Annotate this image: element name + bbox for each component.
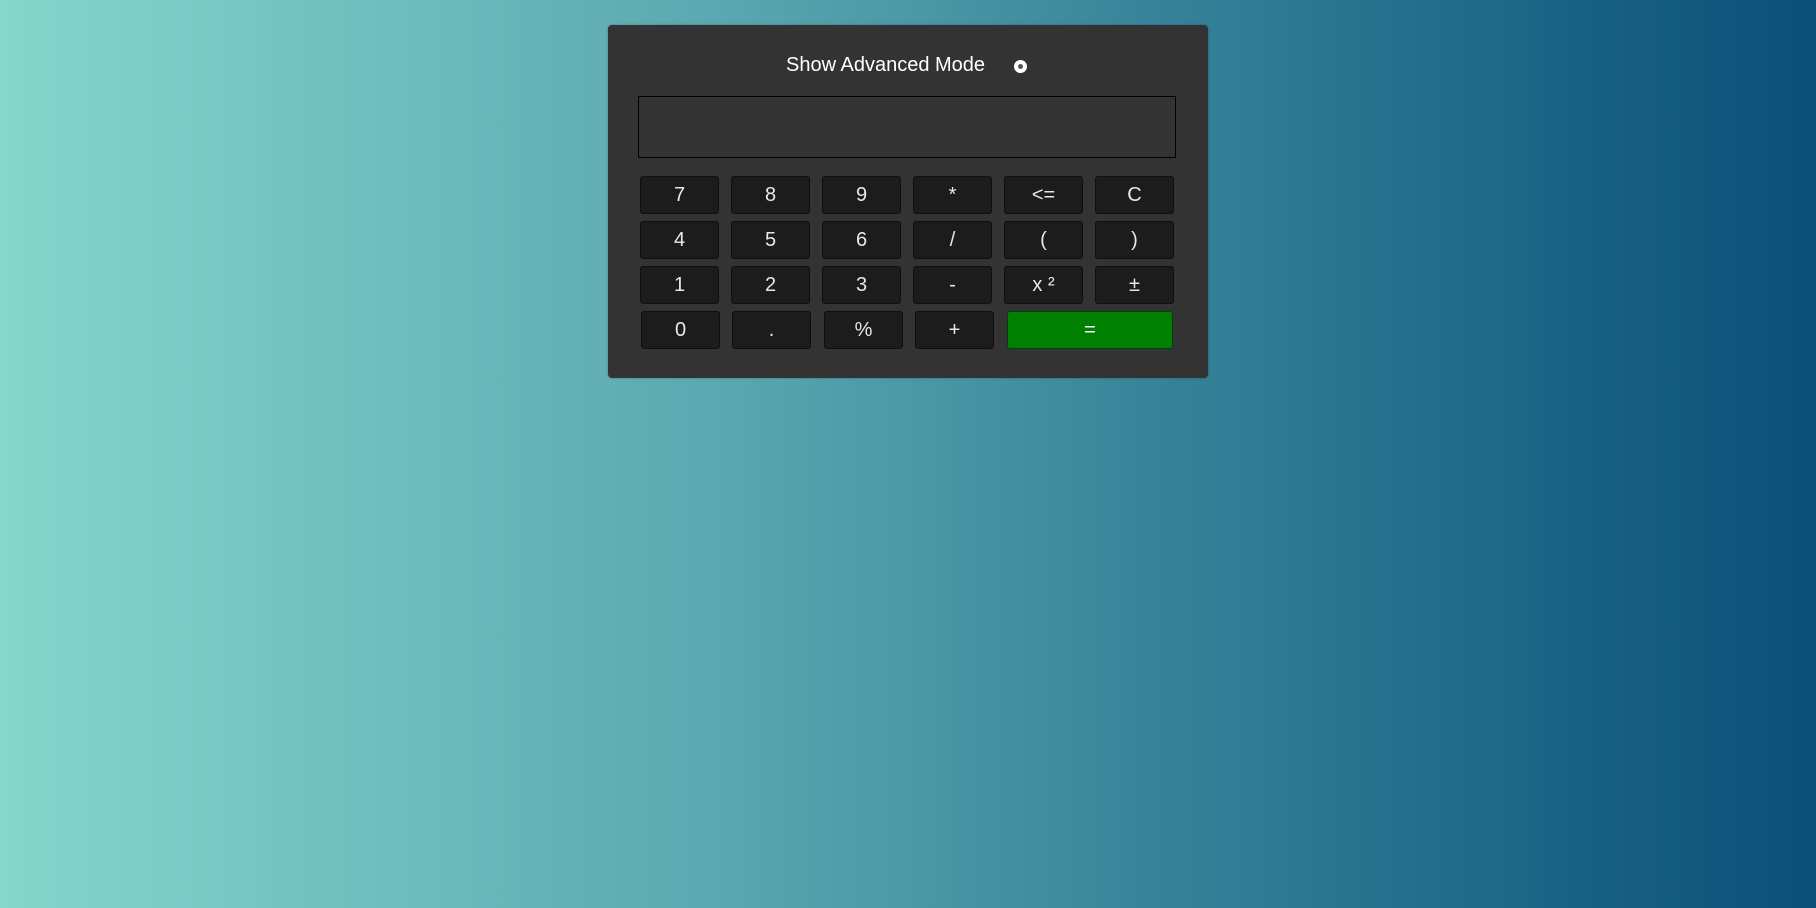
close-paren-button[interactable]: ) [1095, 221, 1174, 259]
calculator-display[interactable] [638, 96, 1176, 158]
subtract-button[interactable]: - [913, 266, 992, 304]
backspace-button[interactable]: <= [1004, 176, 1083, 214]
key-7[interactable]: 7 [640, 176, 719, 214]
square-button[interactable]: x ² [1004, 266, 1083, 304]
equals-button[interactable]: = [1007, 311, 1173, 349]
advanced-mode-row: Show Advanced Mode [608, 51, 1208, 81]
key-8[interactable]: 8 [731, 176, 810, 214]
divide-button[interactable]: / [913, 221, 992, 259]
key-9[interactable]: 9 [822, 176, 901, 214]
key-1[interactable]: 1 [640, 266, 719, 304]
multiply-button[interactable]: * [913, 176, 992, 214]
key-3[interactable]: 3 [822, 266, 901, 304]
key-2[interactable]: 2 [731, 266, 810, 304]
percent-button[interactable]: % [824, 311, 903, 349]
open-paren-button[interactable]: ( [1004, 221, 1083, 259]
decimal-button[interactable]: . [732, 311, 811, 349]
calculator-panel: Show Advanced Mode 7 8 9 * <= C 4 5 6 / … [608, 25, 1208, 378]
advanced-mode-toggle[interactable] [1014, 60, 1027, 73]
clear-button[interactable]: C [1095, 176, 1174, 214]
key-4[interactable]: 4 [640, 221, 719, 259]
negate-button[interactable]: ± [1095, 266, 1174, 304]
add-button[interactable]: + [915, 311, 994, 349]
key-5[interactable]: 5 [731, 221, 810, 259]
key-6[interactable]: 6 [822, 221, 901, 259]
advanced-mode-label: Show Advanced Mode [786, 54, 986, 76]
key-0[interactable]: 0 [641, 311, 720, 349]
